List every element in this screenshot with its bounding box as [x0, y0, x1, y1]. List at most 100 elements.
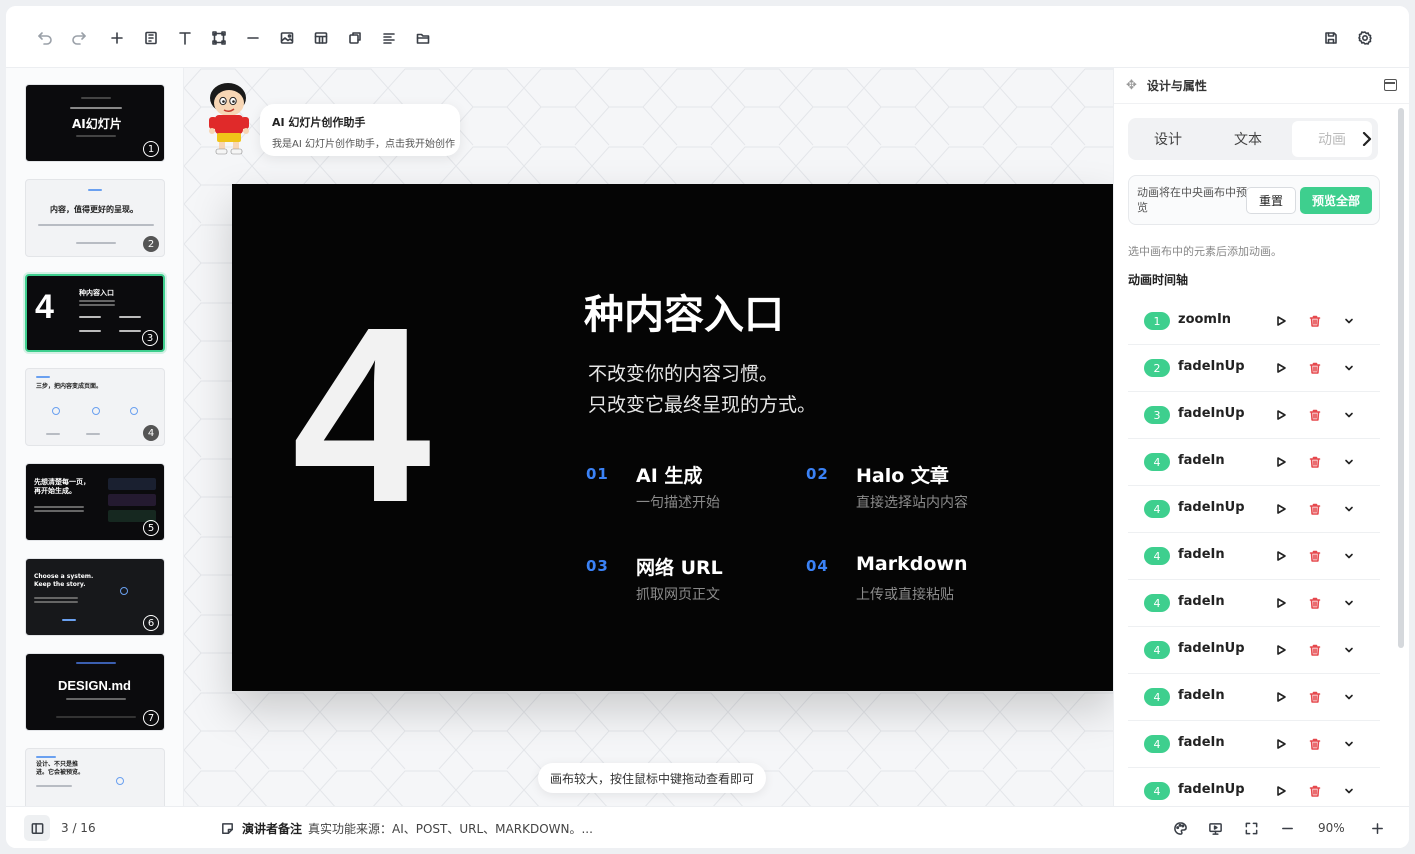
- add-slide-icon[interactable]: [104, 25, 130, 51]
- chevron-down-icon[interactable]: [1340, 406, 1358, 424]
- shape-icon[interactable]: [206, 25, 232, 51]
- slide-thumbnail-8[interactable]: 设计、不只是推进。它会被预览。: [25, 748, 165, 806]
- chevron-down-icon[interactable]: [1340, 594, 1358, 612]
- layout-icon[interactable]: [138, 25, 164, 51]
- thumbnail-number: 7: [143, 710, 159, 726]
- preview-all-button[interactable]: 预览全部: [1300, 187, 1372, 214]
- present-icon[interactable]: [1206, 819, 1224, 837]
- assistant-speech-bubble[interactable]: AI 幻灯片创作助手 我是AI 幻灯片创作助手，点击我开始创作: [260, 104, 460, 156]
- speaker-notes-label[interactable]: 演讲者备注: [242, 807, 302, 848]
- play-icon[interactable]: [1272, 453, 1290, 471]
- duplicate-icon[interactable]: [342, 25, 368, 51]
- slide-thumbnail-4[interactable]: 三步，把内容变成页面。 4: [25, 368, 165, 446]
- chevron-down-icon[interactable]: [1340, 453, 1358, 471]
- delete-icon[interactable]: [1306, 406, 1324, 424]
- play-icon[interactable]: [1272, 406, 1290, 424]
- chevron-down-icon[interactable]: [1340, 500, 1358, 518]
- animation-row[interactable]: 3 fadeInUp: [1128, 392, 1380, 439]
- thumbnail-title: 内容，值得更好的呈现。: [50, 205, 138, 214]
- image-icon[interactable]: [274, 25, 300, 51]
- toolbar: [6, 6, 1409, 68]
- canvas[interactable]: AI 幻灯片创作助手 我是AI 幻灯片创作助手，点击我开始创作 4 种内容入口 …: [184, 68, 1113, 806]
- zoom-in-icon[interactable]: [1368, 819, 1386, 837]
- delete-icon[interactable]: [1306, 359, 1324, 377]
- animation-row[interactable]: 4 fadeIn: [1128, 580, 1380, 627]
- speaker-notes-text[interactable]: 真实功能来源：AI、POST、URL、MARKDOWN。...: [308, 807, 593, 848]
- play-icon[interactable]: [1272, 641, 1290, 659]
- chevron-down-icon[interactable]: [1340, 782, 1358, 800]
- move-icon[interactable]: ✥: [1126, 78, 1137, 93]
- zoom-out-icon[interactable]: [1278, 819, 1296, 837]
- align-icon[interactable]: [376, 25, 402, 51]
- play-icon[interactable]: [1272, 594, 1290, 612]
- slide-thumbnail-1[interactable]: AI幻灯片 1: [25, 84, 165, 162]
- slide-big-number[interactable]: 4: [292, 290, 431, 540]
- slide-thumbnail-6[interactable]: Choose a system. Keep the story. 6: [25, 558, 165, 636]
- slide-thumbnail-3[interactable]: 4 种内容入口 3: [25, 274, 165, 352]
- play-icon[interactable]: [1272, 312, 1290, 330]
- delete-icon[interactable]: [1306, 782, 1324, 800]
- thumbnail-big-number: 4: [35, 288, 54, 326]
- slide-subtitle[interactable]: 不改变你的内容习惯。 只改变它最终呈现的方式。: [588, 359, 816, 421]
- delete-icon[interactable]: [1306, 735, 1324, 753]
- canvas-hint: 画布较大，按住鼠标中键拖动查看即可: [538, 763, 767, 793]
- animation-row[interactable]: 4 fadeInUp: [1128, 486, 1380, 533]
- slide-title[interactable]: 种内容入口: [584, 282, 784, 340]
- undo-icon[interactable]: [32, 25, 58, 51]
- assistant-avatar[interactable]: [204, 82, 256, 156]
- redo-icon[interactable]: [66, 25, 92, 51]
- delete-icon[interactable]: [1306, 547, 1324, 565]
- delete-icon[interactable]: [1306, 312, 1324, 330]
- slide-thumbnail-2[interactable]: 内容，值得更好的呈现。 2: [25, 179, 165, 257]
- play-icon[interactable]: [1272, 500, 1290, 518]
- delete-icon[interactable]: [1306, 641, 1324, 659]
- chevron-down-icon[interactable]: [1340, 359, 1358, 377]
- animation-row[interactable]: 4 fadeInUp: [1128, 768, 1380, 806]
- toggle-sidebar-icon[interactable]: [24, 815, 50, 841]
- chevron-down-icon[interactable]: [1340, 312, 1358, 330]
- play-icon[interactable]: [1272, 782, 1290, 800]
- tabs-scroll-right-icon[interactable]: [1358, 126, 1376, 152]
- animation-row[interactable]: 1 zoomIn: [1128, 298, 1380, 345]
- tab-design[interactable]: 设计: [1128, 118, 1208, 160]
- thumbnail-number: 3: [142, 330, 158, 346]
- animation-row[interactable]: 4 fadeIn: [1128, 674, 1380, 721]
- play-icon[interactable]: [1272, 359, 1290, 377]
- slide-thumbnail-5[interactable]: 先想清楚每一页，再开始生成。 5: [25, 463, 165, 541]
- panel-scrollbar[interactable]: [1398, 108, 1404, 648]
- feature-desc: 直接选择站内内容: [856, 495, 968, 511]
- play-icon[interactable]: [1272, 547, 1290, 565]
- theme-palette-icon[interactable]: [1171, 819, 1189, 837]
- folder-icon[interactable]: [410, 25, 436, 51]
- animation-row[interactable]: 2 fadeInUp: [1128, 345, 1380, 392]
- zoom-level[interactable]: 90%: [1318, 807, 1345, 848]
- play-icon[interactable]: [1272, 735, 1290, 753]
- chevron-down-icon[interactable]: [1340, 735, 1358, 753]
- fullscreen-icon[interactable]: [1242, 819, 1260, 837]
- chevron-down-icon[interactable]: [1340, 641, 1358, 659]
- slide-thumbnail-7[interactable]: DESIGN.md 7: [25, 653, 165, 731]
- animation-row[interactable]: 4 fadeInUp: [1128, 627, 1380, 674]
- delete-icon[interactable]: [1306, 594, 1324, 612]
- delete-icon[interactable]: [1306, 453, 1324, 471]
- current-slide[interactable]: 4 种内容入口 不改变你的内容习惯。 只改变它最终呈现的方式。 01 AI 生成…: [232, 184, 1113, 691]
- panel-toggle-icon[interactable]: [1384, 79, 1397, 91]
- chevron-down-icon[interactable]: [1340, 688, 1358, 706]
- reset-button[interactable]: 重置: [1246, 187, 1296, 214]
- animation-name: fadeIn: [1178, 453, 1225, 468]
- delete-icon[interactable]: [1306, 500, 1324, 518]
- line-icon[interactable]: [240, 25, 266, 51]
- chevron-down-icon[interactable]: [1340, 547, 1358, 565]
- animation-row[interactable]: 4 fadeIn: [1128, 533, 1380, 580]
- tab-text[interactable]: 文本: [1208, 118, 1288, 160]
- save-icon[interactable]: [1318, 25, 1344, 51]
- settings-icon[interactable]: [1352, 25, 1378, 51]
- text-icon[interactable]: [172, 25, 198, 51]
- table-icon[interactable]: [308, 25, 334, 51]
- delete-icon[interactable]: [1306, 688, 1324, 706]
- animation-row[interactable]: 4 fadeIn: [1128, 439, 1380, 486]
- play-icon[interactable]: [1272, 688, 1290, 706]
- notes-icon[interactable]: [218, 819, 236, 837]
- animation-row[interactable]: 4 fadeIn: [1128, 721, 1380, 768]
- thumbnail-title: 种内容入口: [79, 289, 114, 297]
